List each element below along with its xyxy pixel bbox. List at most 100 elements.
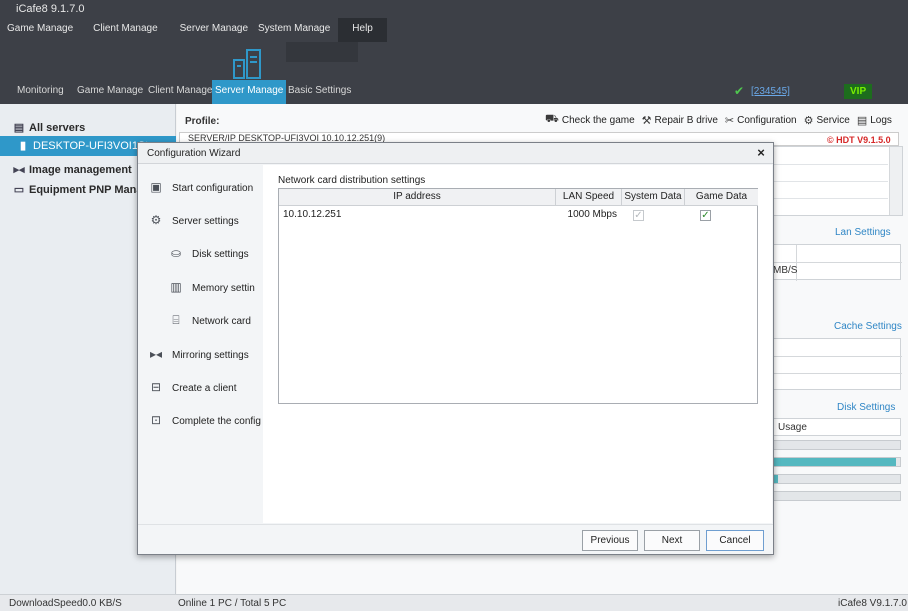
configuration-button[interactable]: ✂ Configuration xyxy=(725,113,797,127)
lan-speed-cell: MB/S xyxy=(773,265,798,276)
nav-memory-settings[interactable]: ▥ Memory settin xyxy=(168,277,262,297)
server-small-icon: ▮ xyxy=(19,140,27,152)
server-icon xyxy=(233,49,261,79)
ip-cell: 10.10.12.251 xyxy=(283,209,342,220)
nav-start-configuration[interactable]: ▣ Start configuration xyxy=(148,177,272,197)
nav-mirroring-settings[interactable]: ▸◂ Mirroring settings xyxy=(148,344,272,364)
online-count: Online 1 PC / Total 5 PC xyxy=(178,598,287,609)
sidebar-item-label: All servers xyxy=(29,122,86,134)
nav-disk-settings[interactable]: ⛀ Disk settings xyxy=(168,243,262,263)
nav-server-settings[interactable]: ⚙ Server settings xyxy=(148,210,272,230)
nav-label: Create a client xyxy=(172,383,237,394)
tool-band-shade xyxy=(286,42,358,62)
mirror-icon: ▸◂ xyxy=(149,347,163,361)
gears-icon: ⚙ xyxy=(803,114,814,127)
sidebar-item-label: DESKTOP-UFI3VOI1St xyxy=(33,140,149,152)
menu-client-manage[interactable]: Client Manage xyxy=(89,18,161,42)
dialog-footer: Previous Next Cancel xyxy=(138,524,773,554)
nav-create-client[interactable]: ⊟ Create a client xyxy=(148,377,272,397)
lan-settings-title[interactable]: Lan Settings xyxy=(835,227,891,238)
tab-game-manage[interactable]: Game Manage xyxy=(77,80,143,104)
app-title: iCafe8 9.1.7.0 xyxy=(0,0,908,18)
memory-icon: ▥ xyxy=(170,280,182,294)
profile-label: Profile: xyxy=(185,116,220,127)
column-header-system-data[interactable]: System Data xyxy=(622,189,685,206)
menu-help[interactable]: Help xyxy=(338,18,387,42)
column-header-lan-speed[interactable]: LAN Speed xyxy=(556,189,622,206)
action-label: Logs xyxy=(870,114,892,126)
lan-table: MB/S xyxy=(773,244,902,281)
dialog-titlebar[interactable]: Configuration Wizard × xyxy=(138,143,773,164)
wizard-content: Network card distribution settings IP ad… xyxy=(263,165,772,523)
nav-label: Network card xyxy=(192,316,251,327)
divider xyxy=(774,164,888,165)
vip-badge: VIP xyxy=(844,84,873,99)
service-button[interactable]: ⚙ Service xyxy=(804,113,850,127)
disk-usage-header: Usage xyxy=(773,418,901,436)
dialog-title: Configuration Wizard xyxy=(147,148,241,159)
nav-label: Mirroring settings xyxy=(172,350,249,361)
game-data-checkbox[interactable]: ✓ xyxy=(700,210,711,221)
sidebar-item-all-servers[interactable]: ▤ All servers xyxy=(12,118,85,138)
action-label: Check the game xyxy=(561,114,635,126)
system-data-checkbox[interactable]: ✓ xyxy=(633,210,644,221)
sidebar-item-image-management[interactable]: ▸◂ Image management xyxy=(12,160,132,180)
tab-server-manage[interactable]: Server Manage xyxy=(212,80,287,104)
action-label: Configuration xyxy=(737,114,797,126)
gear-icon: ⚙ xyxy=(150,213,162,227)
divider xyxy=(774,181,888,182)
menu-game-manage[interactable]: Game Manage xyxy=(3,18,77,42)
menu-server-manage[interactable]: Server Manage xyxy=(176,18,252,42)
tab-client-manage[interactable]: Client Manage xyxy=(148,80,212,104)
mirror-icon: ▸◂ xyxy=(13,164,25,176)
profile-list xyxy=(773,146,903,216)
lan-speed-cell: 1000 Mbps xyxy=(567,209,617,220)
column-header-ip[interactable]: IP address xyxy=(279,189,556,206)
nav-label: Server settings xyxy=(172,216,239,227)
repair-b-drive-button[interactable]: ⚒ Repair B drive xyxy=(642,113,718,127)
action-label: Service xyxy=(816,114,850,126)
disk-icon: ⛀ xyxy=(170,246,182,260)
check-game-button[interactable]: ⛟ Check the game xyxy=(545,113,635,127)
cancel-button[interactable]: Cancel xyxy=(706,530,764,551)
disk-usage-fill xyxy=(774,475,778,483)
column-header-game-data[interactable]: Game Data xyxy=(685,189,758,206)
status-check-icon: ✔ xyxy=(734,84,745,98)
account-link[interactable]: [234545] xyxy=(751,86,790,97)
previous-button[interactable]: Previous xyxy=(582,530,638,551)
profile-scrollbar[interactable] xyxy=(889,147,902,215)
logs-button[interactable]: ▤ Logs xyxy=(857,113,892,127)
cache-settings-title[interactable]: Cache Settings xyxy=(834,321,902,332)
sidebar-item-label: Image management xyxy=(29,164,132,176)
divider xyxy=(774,262,902,263)
client-icon: ⊟ xyxy=(150,380,162,394)
nav-label: Start configuration xyxy=(172,183,254,194)
tab-monitoring[interactable]: Monitoring xyxy=(17,80,64,104)
section-title: Network card distribution settings xyxy=(278,175,426,186)
nav-complete-config[interactable]: ⊡ Complete the config xyxy=(148,410,272,430)
equipment-icon: ▭ xyxy=(13,184,25,196)
disk-usage-fill xyxy=(774,458,897,466)
disk-usage-bar xyxy=(773,440,901,450)
nav-label: Memory settin xyxy=(192,283,255,294)
nav-label: Complete the config xyxy=(172,416,261,427)
wizard-nav: ▣ Start configuration ⚙ Server settings ⛀ D… xyxy=(138,165,263,523)
tool-band xyxy=(0,42,908,80)
disk-settings-title[interactable]: Disk Settings xyxy=(837,402,895,413)
disk-usage-bar xyxy=(773,491,901,501)
configuration-wizard-dialog: Configuration Wizard × ▣ Start configurat… xyxy=(137,142,774,555)
monitor-icon: ▣ xyxy=(150,180,162,194)
status-version: iCafe8 V9.1.7.0 xyxy=(838,598,907,609)
divider xyxy=(774,373,902,374)
network-icon: ⌸ xyxy=(172,313,180,327)
nav-network-card[interactable]: ⌸ Network card xyxy=(168,310,262,330)
tab-basic-settings[interactable]: Basic Settings xyxy=(288,80,351,104)
divider xyxy=(774,356,902,357)
car-icon: ⛟ xyxy=(545,113,559,125)
menu-system-manage[interactable]: System Manage xyxy=(254,18,334,42)
sidebar-item-equipment[interactable]: ▭ Equipment PNP Manage xyxy=(12,180,156,200)
status-bar: DownloadSpeed0.0 KB/S Online 1 PC / Tota… xyxy=(0,594,908,611)
wrench-icon: ⚒ xyxy=(641,114,652,127)
close-icon[interactable]: × xyxy=(752,144,770,162)
next-button[interactable]: Next xyxy=(644,530,700,551)
